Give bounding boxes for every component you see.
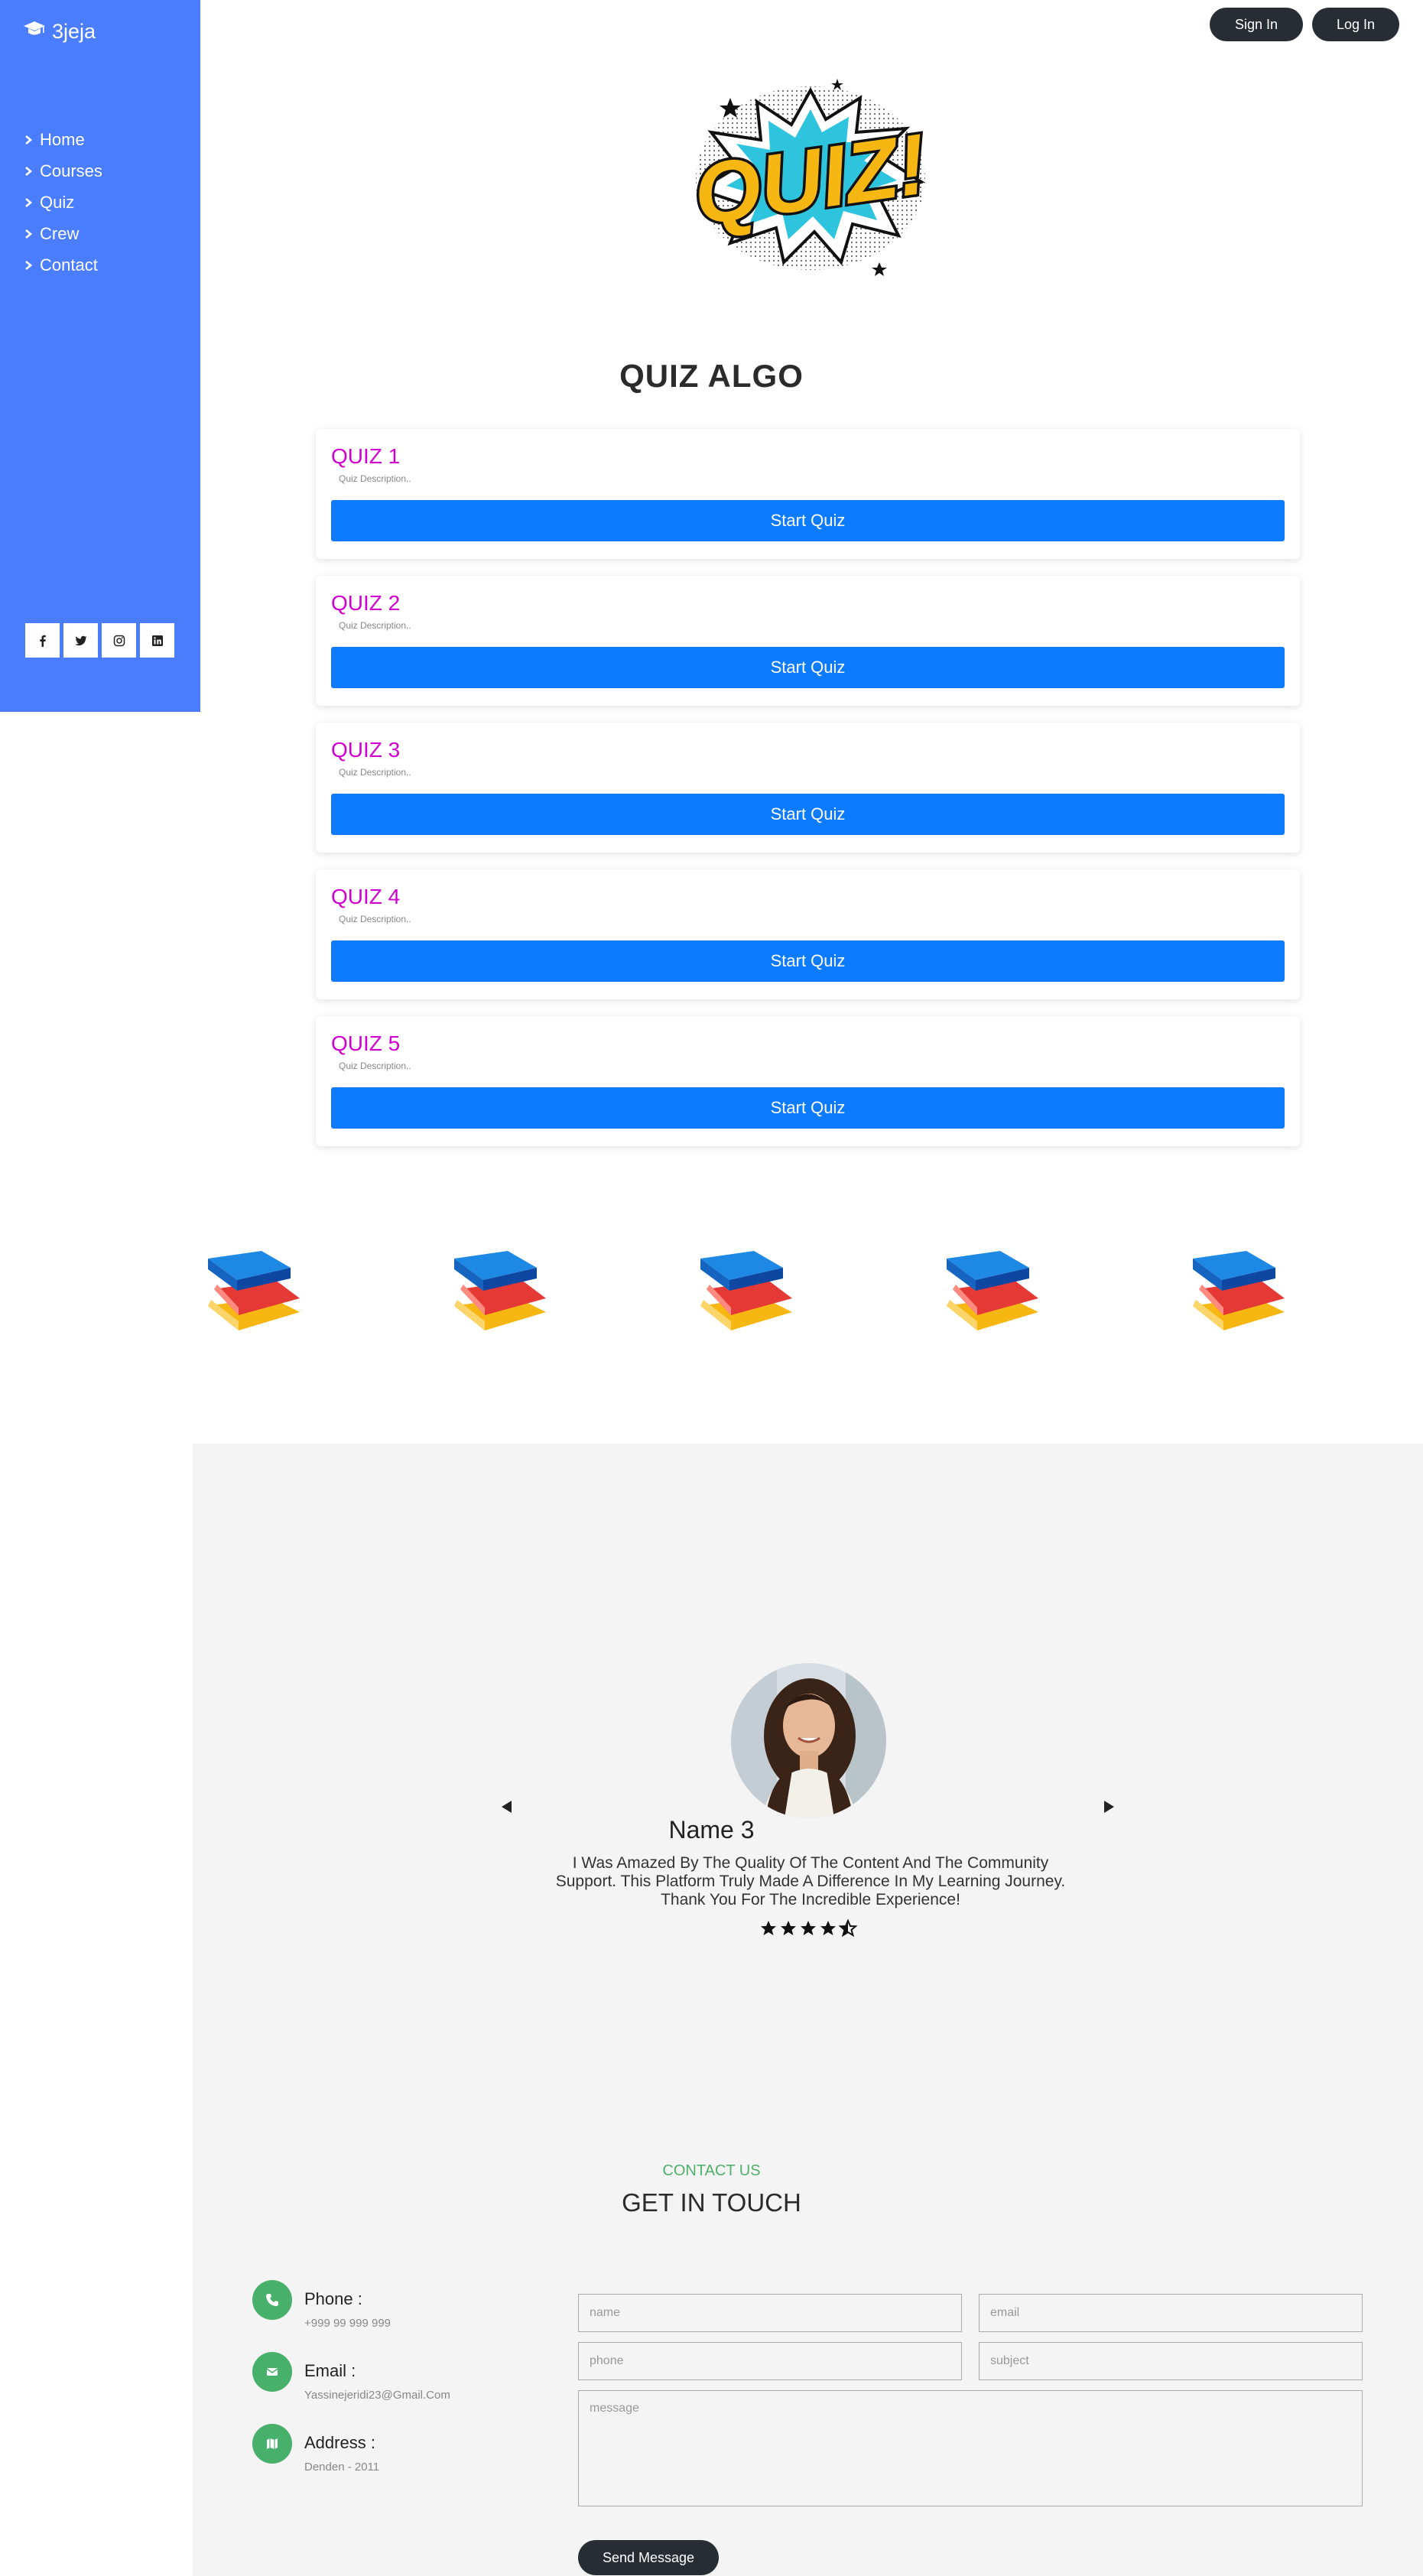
star-icon	[761, 1921, 776, 1935]
instagram-icon[interactable]	[102, 623, 136, 658]
books-icon	[947, 1251, 1038, 1330]
envelope-icon	[252, 2352, 292, 2392]
quiz-description: Quiz Description..	[339, 1061, 411, 1071]
phone-label: Phone :	[304, 2289, 362, 2308]
nav-label: Quiz	[40, 192, 75, 212]
log-in-button[interactable]: Log In	[1312, 8, 1399, 41]
send-message-button[interactable]: Send Message	[578, 2540, 719, 2575]
quiz-card: QUIZ 2 Quiz Description.. Start Quiz	[316, 576, 1300, 706]
start-quiz-button[interactable]: Start Quiz	[331, 1087, 1285, 1129]
start-quiz-button[interactable]: Start Quiz	[331, 500, 1285, 541]
books-icon	[454, 1251, 546, 1330]
nav-label: Crew	[40, 223, 80, 243]
start-quiz-button[interactable]: Start Quiz	[331, 794, 1285, 835]
nav-item-crew[interactable]: Crew	[23, 218, 102, 249]
page-title: QUIZ ALGO	[0, 358, 1423, 395]
brand[interactable]: 3jeja	[23, 20, 96, 44]
sign-in-button[interactable]: Sign In	[1210, 8, 1303, 41]
address-label: Address :	[304, 2433, 375, 2452]
quiz-card: QUIZ 4 Quiz Description.. Start Quiz	[316, 869, 1300, 999]
star-icon	[801, 1921, 816, 1935]
books-icon	[208, 1251, 300, 1330]
quiz-title: QUIZ 4	[331, 885, 401, 908]
star-icon	[820, 1921, 836, 1935]
social-links	[25, 623, 174, 658]
quiz-title: QUIZ 3	[331, 738, 401, 762]
address-value: Denden - 2011	[304, 2461, 380, 2474]
next-arrow-icon[interactable]	[1104, 1801, 1114, 1813]
nav-label: Contact	[40, 255, 98, 274]
contact-title: GET IN TOUCH	[0, 2188, 1423, 2217]
nav-item-home[interactable]: Home	[23, 124, 102, 155]
start-quiz-button[interactable]: Start Quiz	[331, 940, 1285, 982]
facebook-icon[interactable]	[25, 623, 60, 658]
email-input[interactable]	[979, 2294, 1363, 2332]
twitter-icon[interactable]	[63, 623, 98, 658]
contact-kicker: CONTACT US	[0, 2162, 1423, 2180]
quiz-title: QUIZ 5	[331, 1031, 401, 1055]
contact-kicker-text: CONTACT US	[662, 2162, 761, 2179]
books-icon	[1193, 1251, 1285, 1330]
graduation-cap-icon	[23, 20, 46, 44]
star-half-icon	[839, 1919, 857, 1938]
chevron-right-icon	[25, 135, 33, 145]
quiz-card: QUIZ 5 Quiz Description.. Start Quiz	[316, 1016, 1300, 1146]
phone-icon	[252, 2280, 292, 2320]
nav-item-courses[interactable]: Courses	[23, 155, 102, 187]
chevron-right-icon	[25, 260, 33, 270]
contact-title-text: GET IN TOUCH	[622, 2188, 801, 2217]
quiz-card: QUIZ 3 Quiz Description.. Start Quiz	[316, 723, 1300, 853]
phone-value: +999 99 999 999	[304, 2317, 391, 2330]
rating-stars	[759, 1919, 857, 1938]
brand-name: 3jeja	[52, 20, 96, 43]
testimonial-name: Name 3	[0, 1816, 1423, 1844]
sidebar-nav: Home Courses Quiz Crew Contact	[23, 124, 102, 281]
email-value: Yassinejeridi23@Gmail.Com	[304, 2389, 450, 2402]
nav-item-contact[interactable]: Contact	[23, 249, 102, 281]
quiz-title: QUIZ 1	[331, 444, 401, 468]
page-title-text: QUIZ ALGO	[619, 358, 804, 394]
quiz-card: QUIZ 1 Quiz Description.. Start Quiz	[316, 429, 1300, 559]
nav-label: Home	[40, 129, 85, 149]
testimonial-name-text: Name 3	[668, 1816, 755, 1843]
quiz-title: QUIZ 2	[331, 591, 401, 615]
star-icon	[781, 1921, 796, 1935]
chevron-right-icon	[25, 197, 33, 207]
name-input[interactable]	[578, 2294, 962, 2332]
avatar	[731, 1663, 886, 1818]
message-textarea[interactable]	[578, 2390, 1363, 2506]
quiz-description: Quiz Description..	[339, 767, 411, 778]
testimonial-text: I Was Amazed By The Quality Of The Conte…	[555, 1854, 1066, 1908]
subject-input[interactable]	[979, 2342, 1363, 2380]
chevron-right-icon	[25, 166, 33, 176]
books-icon	[700, 1251, 792, 1330]
phone-input[interactable]	[578, 2342, 962, 2380]
linkedin-icon[interactable]	[140, 623, 174, 658]
quiz-description: Quiz Description..	[339, 473, 411, 484]
chevron-right-icon	[25, 229, 33, 239]
quiz-description: Quiz Description..	[339, 620, 411, 631]
nav-label: Courses	[40, 161, 102, 180]
quiz-description: Quiz Description..	[339, 914, 411, 924]
start-quiz-button[interactable]: Start Quiz	[331, 647, 1285, 688]
map-icon	[252, 2424, 292, 2464]
prev-arrow-icon[interactable]	[502, 1801, 512, 1813]
quiz-logo: QUIZ!	[685, 79, 935, 276]
sidebar: 3jeja Home Courses Quiz Crew Contact	[0, 0, 200, 712]
email-label: Email :	[304, 2361, 356, 2380]
nav-item-quiz[interactable]: Quiz	[23, 187, 102, 218]
